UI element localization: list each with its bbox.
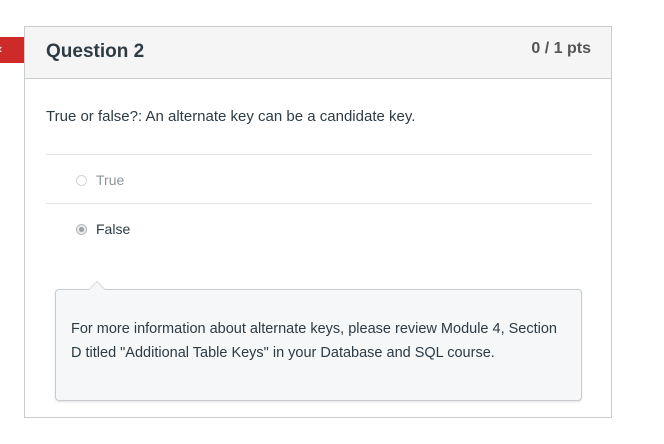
answer-option-true[interactable]: True (76, 172, 124, 188)
radio-button-true[interactable] (76, 174, 87, 186)
question-title: Question 2 (46, 41, 145, 62)
answer-option-false[interactable]: False (76, 221, 130, 237)
question-points: 0 / 1 pts (531, 40, 591, 57)
question-card: Question 2 0 / 1 pts True or false?: An … (24, 26, 612, 418)
divider (46, 203, 592, 204)
question-header: Question 2 0 / 1 pts (25, 27, 611, 79)
answer-label: False (96, 221, 131, 237)
incorrect-answer-marker: ‹ (0, 37, 39, 63)
comment-text: For more information about alternate key… (71, 321, 557, 361)
question-text: True or false?: An alternate key can be … (46, 108, 416, 125)
chevron-left-icon: ‹ (0, 41, 2, 57)
page: ‹ Question 2 0 / 1 pts True or false?: A… (0, 0, 664, 444)
answer-label: True (96, 172, 125, 188)
divider (46, 154, 592, 155)
radio-button-false[interactable] (76, 223, 87, 235)
answer-comment: For more information about alternate key… (55, 281, 582, 401)
